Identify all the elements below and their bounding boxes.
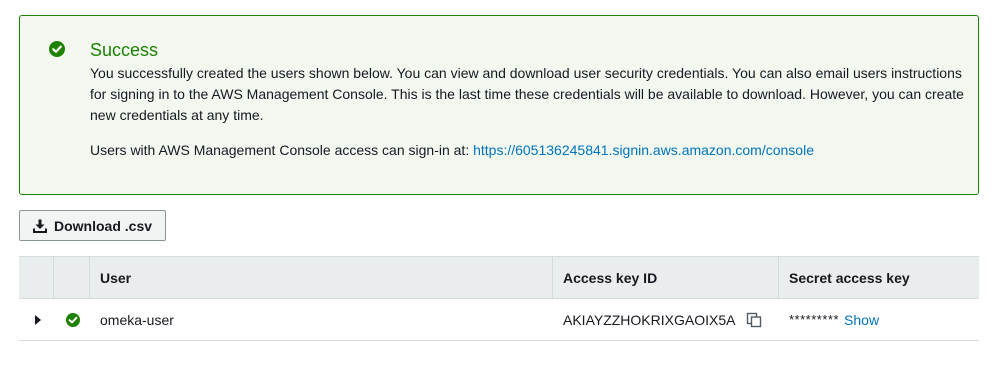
col-header-status bbox=[54, 257, 90, 298]
check-circle-icon bbox=[66, 312, 80, 327]
signin-url-link[interactable]: https://605136245841.signin.aws.amazon.c… bbox=[473, 142, 814, 158]
col-header-secret-access-key: Secret access key bbox=[789, 269, 910, 286]
success-alert: Success You successfully created the use… bbox=[19, 15, 979, 195]
show-secret-link[interactable]: Show bbox=[844, 312, 879, 328]
secret-key-masked: ********* bbox=[789, 312, 840, 327]
secret-key-cell: ********* Show bbox=[779, 299, 979, 340]
signin-line: Users with AWS Management Console access… bbox=[90, 140, 970, 160]
download-icon bbox=[32, 218, 54, 234]
access-key-cell: AKIAYZZHOKRIXGAOIX5A bbox=[553, 299, 779, 340]
signin-prefix: Users with AWS Management Console access… bbox=[90, 142, 474, 158]
table-header: User Access key ID Secret access key bbox=[19, 256, 979, 299]
download-csv-button[interactable]: Download .csv bbox=[19, 210, 166, 241]
copy-icon[interactable] bbox=[746, 312, 762, 328]
expand-cell bbox=[19, 299, 54, 340]
caret-right-icon[interactable] bbox=[35, 314, 41, 325]
col-header-access-key-id: Access key ID bbox=[553, 257, 779, 298]
check-circle-icon bbox=[49, 41, 65, 57]
status-cell bbox=[54, 299, 90, 340]
access-key-id: AKIAYZZHOKRIXGAOIX5A bbox=[563, 311, 736, 328]
col-header-expand bbox=[19, 257, 54, 298]
credentials-table: User Access key ID Secret access key ome… bbox=[19, 256, 979, 341]
alert-title: Success bbox=[90, 40, 159, 60]
col-header-user: User bbox=[90, 257, 553, 298]
user-name: omeka-user bbox=[100, 311, 174, 328]
alert-message: You successfully created the users shown… bbox=[90, 65, 964, 123]
download-csv-label: Download .csv bbox=[54, 217, 153, 234]
table-row: omeka-user AKIAYZZHOKRIXGAOIX5A ********… bbox=[19, 299, 979, 341]
